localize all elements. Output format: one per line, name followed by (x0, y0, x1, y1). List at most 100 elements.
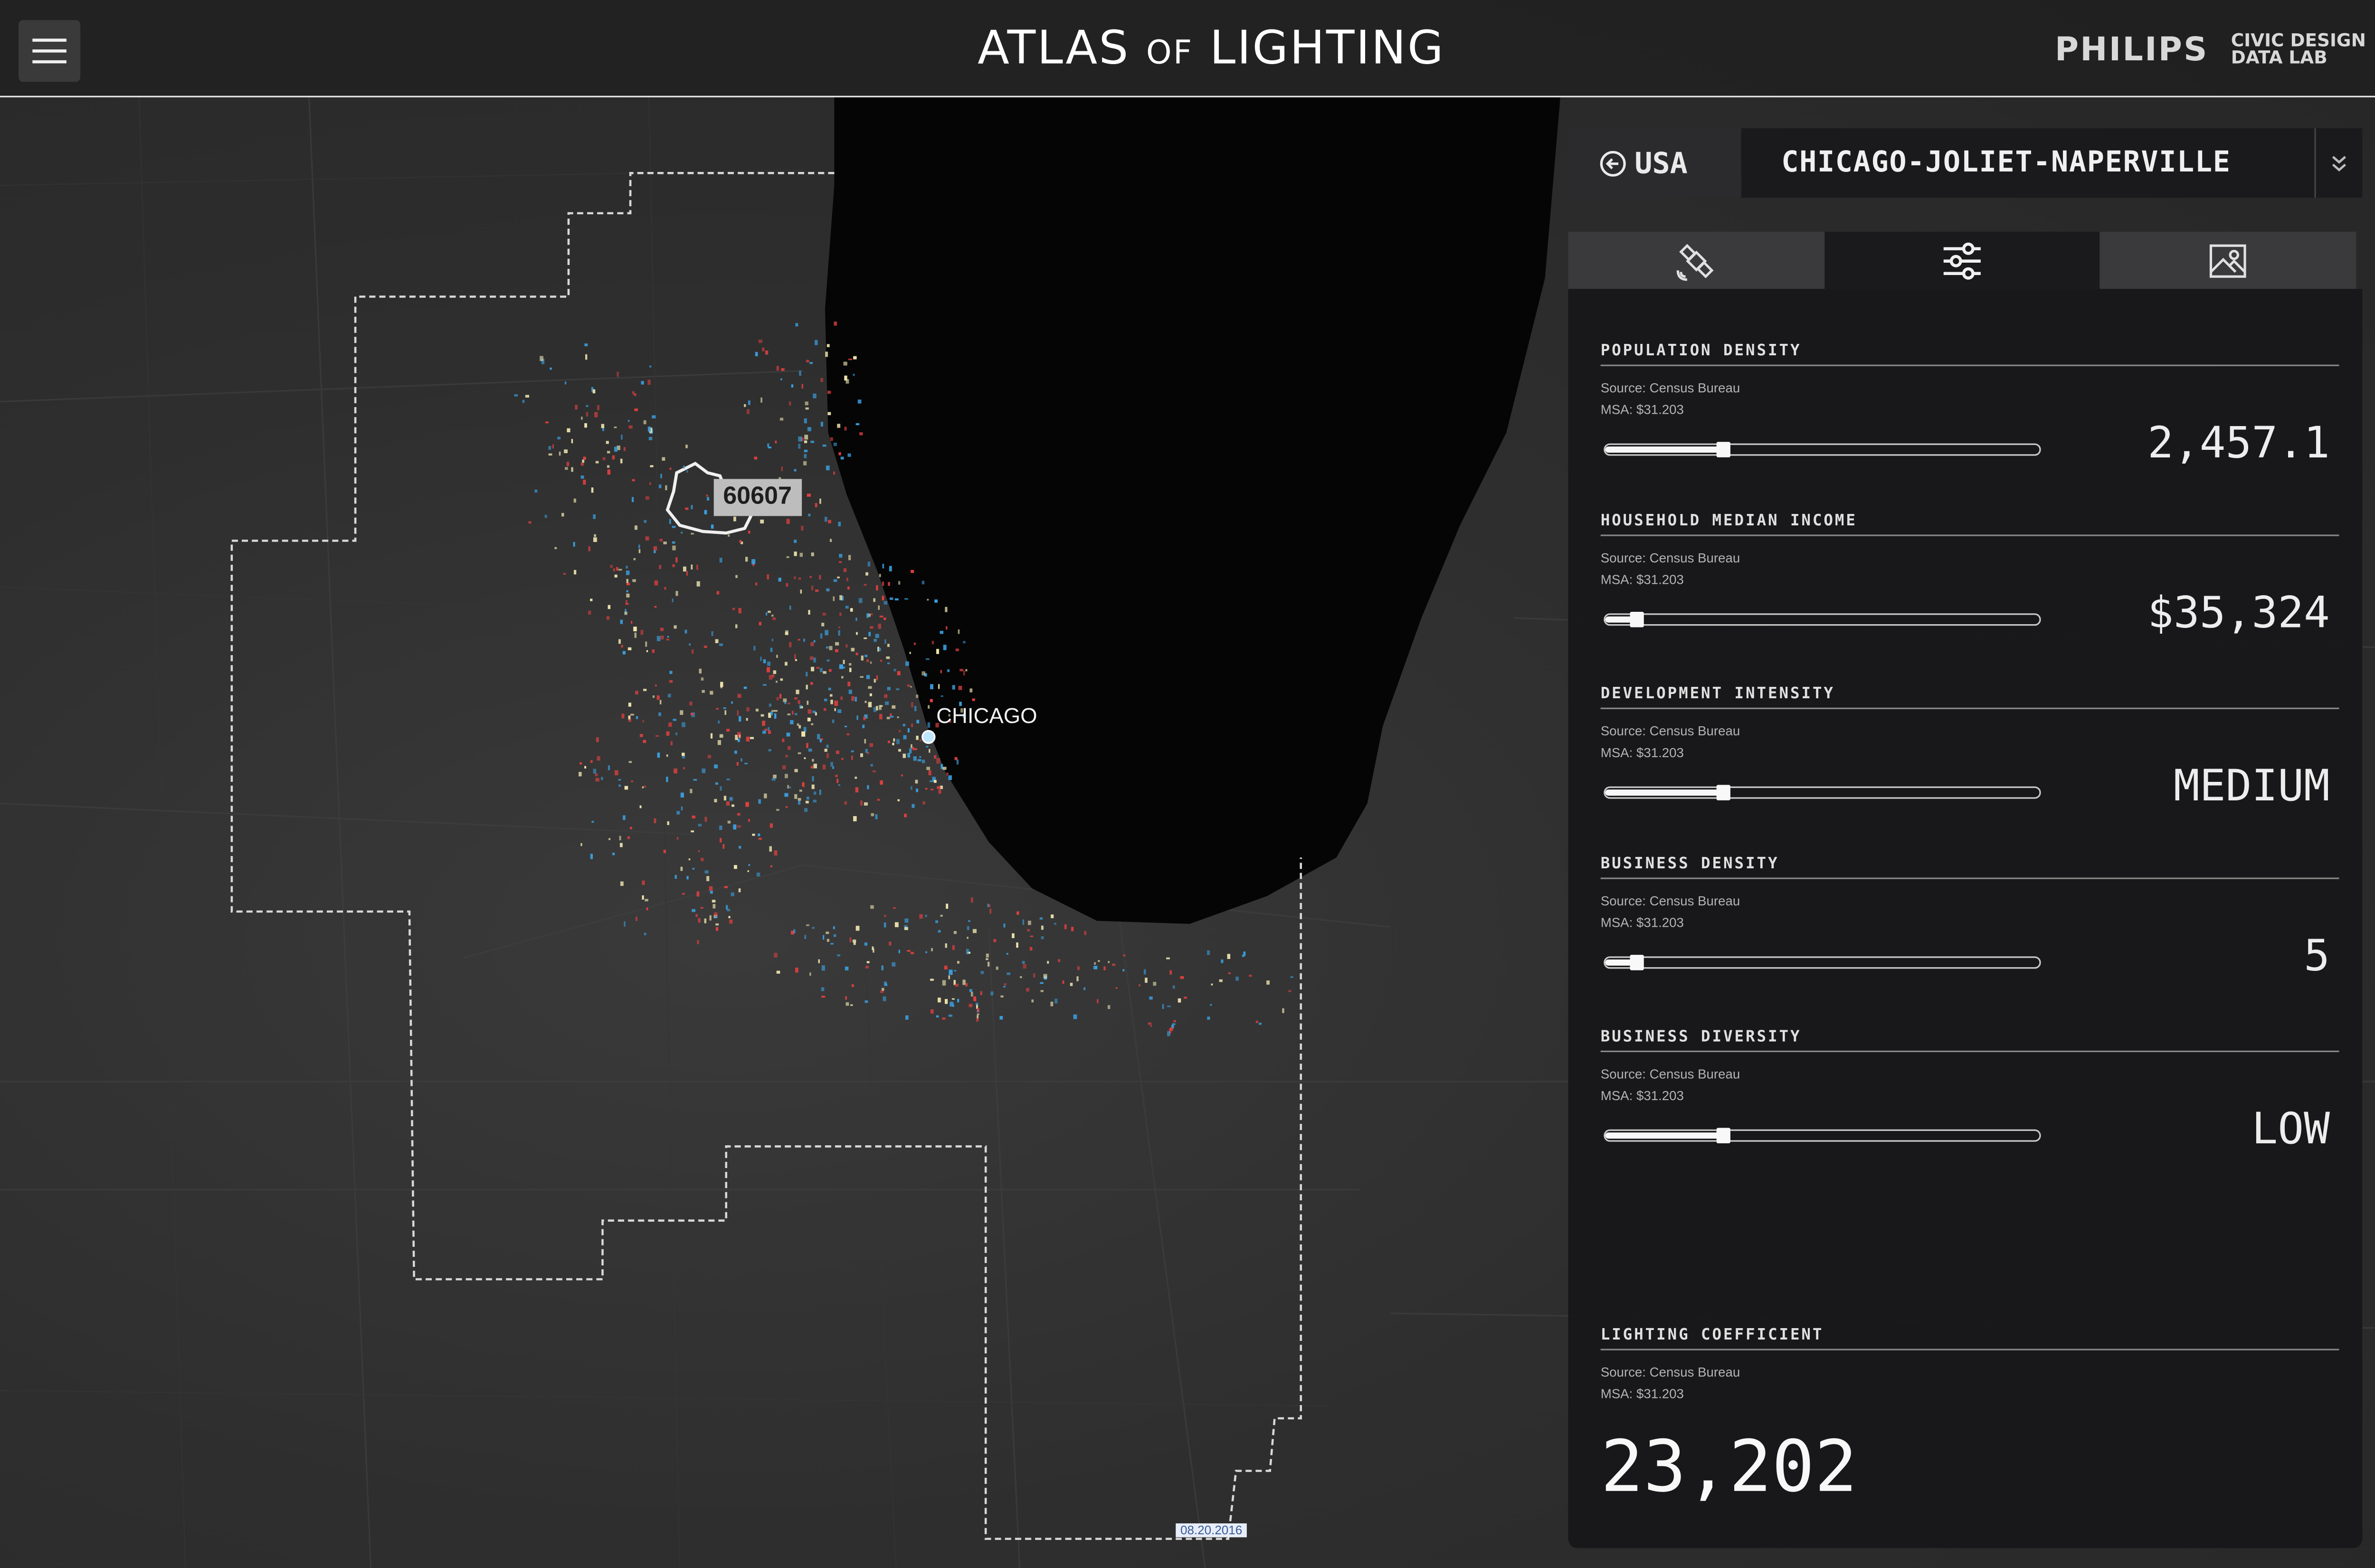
light-dot (798, 800, 801, 805)
light-dot (710, 691, 713, 695)
light-dot (789, 786, 791, 789)
light-dot (719, 558, 722, 563)
light-dot (860, 676, 864, 678)
light-dot (819, 739, 822, 742)
chicago-marker[interactable] (922, 730, 936, 744)
light-dot (654, 550, 656, 553)
light-dot (608, 838, 611, 840)
light-dot (963, 670, 965, 676)
light-dot (905, 661, 909, 666)
light-dot (737, 694, 741, 698)
metric-value: 2,457.1 (2147, 417, 2330, 468)
light-dot (824, 516, 827, 522)
tab-satellite[interactable] (1568, 231, 1825, 289)
light-dot (743, 686, 747, 689)
slider-handle[interactable] (1629, 955, 1644, 970)
light-dot (1211, 983, 1213, 986)
light-dot (844, 375, 847, 381)
light-dot (1027, 921, 1031, 925)
light-dot (630, 713, 634, 716)
light-dot (559, 451, 561, 456)
light-dot (583, 479, 586, 485)
light-dot (1153, 982, 1157, 986)
tab-metrics[interactable] (1824, 231, 2100, 289)
tab-images[interactable] (2100, 231, 2356, 289)
light-dot (980, 991, 983, 995)
light-dot (774, 713, 777, 719)
metric-slider[interactable] (1604, 612, 2041, 627)
lighting-coefficient-value: 23,202 (1600, 1424, 1858, 1508)
light-dot (887, 741, 890, 743)
light-dot (745, 557, 748, 562)
light-dot (915, 779, 918, 784)
slider-handle[interactable] (1716, 442, 1730, 457)
metric-source: Source: Census Bureau MSA: $31.203 (1601, 1361, 2339, 1405)
light-dot (798, 444, 801, 449)
light-dot (790, 720, 794, 724)
metric-population-density: POPULATION DENSITY Source: Census Bureau… (1600, 343, 2339, 468)
slider-handle[interactable] (1716, 785, 1730, 800)
light-dot (633, 627, 637, 632)
double-chevron-down-icon (2332, 155, 2346, 171)
light-dot (916, 694, 919, 698)
back-to-usa-button[interactable]: USA (1568, 128, 1741, 198)
metric-development-intensity: DEVELOPMENT INTENSITY Source: Census Bur… (1600, 686, 2339, 811)
light-dot (851, 696, 855, 701)
light-dot (762, 731, 766, 734)
light-dot (913, 748, 917, 751)
light-dot (624, 921, 626, 927)
msa-dropdown[interactable]: CHICAGO-JOLIET-NAPERVILLE (1741, 128, 2363, 198)
light-dot (634, 525, 638, 530)
light-dot (785, 632, 788, 635)
light-dot (595, 461, 599, 464)
light-dot (726, 801, 730, 806)
light-dot (588, 610, 591, 615)
light-dot (787, 713, 791, 715)
light-dot (1107, 1005, 1111, 1009)
light-dot (839, 595, 843, 600)
light-dot (719, 734, 723, 738)
light-dot (616, 567, 618, 571)
light-dot (618, 569, 622, 571)
light-dot (649, 365, 652, 368)
light-dot (675, 732, 677, 735)
light-dot (631, 497, 634, 503)
light-dot (612, 455, 615, 460)
light-dot (925, 914, 927, 917)
light-dot (837, 709, 842, 713)
chevron-down-icon[interactable] (2314, 128, 2362, 198)
light-dot (584, 343, 588, 346)
light-dot (889, 566, 892, 571)
light-dot (734, 751, 737, 754)
metric-source-line: Source: Census Bureau (1600, 723, 1740, 739)
light-dot (755, 352, 758, 357)
light-dot (871, 813, 874, 817)
light-dot (640, 630, 644, 635)
light-dot (877, 798, 880, 801)
light-dot (826, 588, 830, 591)
light-dot (1026, 988, 1029, 992)
light-dot (811, 723, 814, 725)
philips-logo: PHILIPS (2054, 31, 2209, 68)
light-dot (837, 576, 840, 579)
zip-code-label[interactable]: 60607 (713, 479, 801, 516)
metric-slider[interactable] (1604, 785, 2041, 800)
metric-slider[interactable] (1604, 955, 2041, 970)
metric-slider[interactable] (1604, 442, 2041, 457)
light-dot (1054, 998, 1058, 1004)
light-dot (919, 914, 923, 919)
slider-handle[interactable] (1629, 612, 1644, 627)
light-dot (965, 983, 968, 987)
slider-handle[interactable] (1716, 1128, 1730, 1143)
light-dot (907, 753, 911, 758)
light-dot (628, 719, 632, 722)
metric-slider[interactable] (1604, 1128, 2041, 1143)
light-dot (833, 596, 835, 601)
light-dot (739, 734, 741, 739)
light-dot (824, 698, 827, 702)
light-dot (1083, 987, 1085, 990)
light-dot (692, 909, 695, 912)
light-dot (874, 679, 876, 683)
light-dot (683, 767, 685, 770)
light-dot (863, 716, 866, 721)
